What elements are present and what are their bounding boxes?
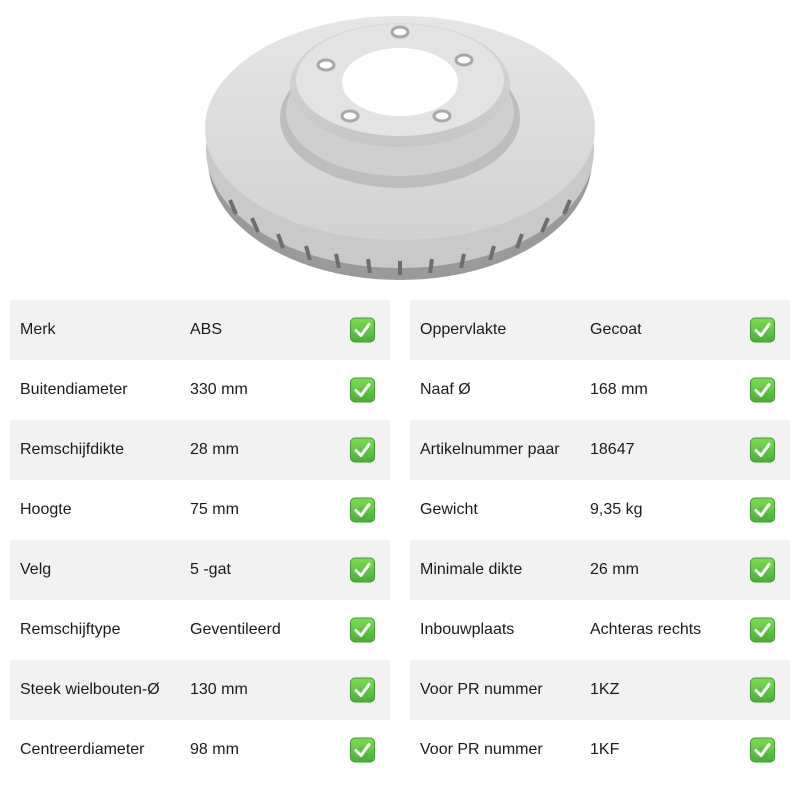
check-mark-icon bbox=[750, 497, 775, 523]
spec-label: Artikelnummer paar bbox=[420, 441, 560, 458]
spec-label: Steek wielbouten-Ø bbox=[20, 681, 160, 698]
spec-table-right: Oppervlakte Gecoat Naaf Ø 168 mm Artikel… bbox=[410, 300, 790, 780]
spec-row: Gewicht 9,35 kg bbox=[410, 480, 790, 540]
check-mark-icon bbox=[350, 617, 375, 643]
spec-value: 130 mm bbox=[190, 681, 248, 698]
check-mark-icon bbox=[750, 437, 775, 463]
check-mark-icon bbox=[750, 617, 775, 643]
spec-label: Remschijfdikte bbox=[20, 441, 125, 458]
spec-value: Geventileerd bbox=[190, 621, 281, 638]
spec-label: Voor PR nummer bbox=[420, 681, 543, 698]
spec-value: 26 mm bbox=[590, 561, 639, 578]
spec-row: Merk ABS bbox=[10, 300, 390, 360]
spec-row: Inbouwplaats Achteras rechts bbox=[410, 600, 790, 660]
spec-value: 5 -gat bbox=[190, 561, 231, 578]
spec-value: 1KZ bbox=[590, 681, 620, 698]
spec-label: Remschijftype bbox=[20, 621, 121, 638]
check-mark-icon bbox=[350, 437, 375, 463]
spec-value: 9,35 kg bbox=[590, 501, 643, 518]
brake-disc-image bbox=[190, 0, 610, 290]
spec-row: Remschijftype Geventileerd bbox=[10, 600, 390, 660]
check-mark-icon bbox=[350, 737, 375, 763]
spec-value: ABS bbox=[190, 321, 223, 338]
spec-row: Centreerdiameter 98 mm bbox=[10, 720, 390, 780]
check-mark-icon bbox=[350, 317, 375, 343]
spec-label: Buitendiameter bbox=[20, 381, 128, 398]
spec-row: Voor PR nummer 1KZ bbox=[410, 660, 790, 720]
spec-label: Oppervlakte bbox=[420, 321, 507, 338]
spec-row: Velg 5 -gat bbox=[10, 540, 390, 600]
check-mark-icon bbox=[350, 557, 375, 583]
spec-label: Minimale dikte bbox=[420, 561, 523, 578]
check-mark-icon bbox=[750, 377, 775, 403]
spec-label: Hoogte bbox=[20, 501, 72, 518]
spec-row: Artikelnummer paar 18647 bbox=[410, 420, 790, 480]
spec-value: 330 mm bbox=[190, 381, 248, 398]
spec-label: Voor PR nummer bbox=[420, 741, 543, 758]
check-mark-icon bbox=[750, 677, 775, 703]
spec-value: 28 mm bbox=[190, 441, 239, 458]
check-mark-icon bbox=[350, 497, 375, 523]
spec-label: Centreerdiameter bbox=[20, 741, 145, 758]
spec-label: Naaf Ø bbox=[420, 381, 471, 398]
spec-label: Gewicht bbox=[420, 501, 478, 518]
spec-value: Achteras rechts bbox=[590, 621, 702, 638]
spec-value: 1KF bbox=[590, 741, 620, 758]
check-mark-icon bbox=[750, 317, 775, 343]
spec-value: 98 mm bbox=[190, 741, 239, 758]
spec-table-left: Merk ABS Buitendiameter 330 mm Remschijf… bbox=[10, 300, 390, 780]
spec-row: Minimale dikte 26 mm bbox=[410, 540, 790, 600]
spec-label: Inbouwplaats bbox=[420, 621, 515, 638]
spec-row: Naaf Ø 168 mm bbox=[410, 360, 790, 420]
check-mark-icon bbox=[350, 677, 375, 703]
spec-value: 18647 bbox=[590, 441, 635, 458]
spec-row: Remschijfdikte 28 mm bbox=[10, 420, 390, 480]
check-mark-icon bbox=[750, 557, 775, 583]
spec-label: Velg bbox=[20, 561, 52, 578]
spec-label: Merk bbox=[20, 321, 56, 338]
spec-value: 75 mm bbox=[190, 501, 239, 518]
spec-value: Gecoat bbox=[590, 321, 642, 338]
spec-row: Hoogte 75 mm bbox=[10, 480, 390, 540]
spec-value: 168 mm bbox=[590, 381, 648, 398]
spec-row: Steek wielbouten-Ø 130 mm bbox=[10, 660, 390, 720]
spec-row: Oppervlakte Gecoat bbox=[410, 300, 790, 360]
check-mark-icon bbox=[750, 737, 775, 763]
spec-row: Buitendiameter 330 mm bbox=[10, 360, 390, 420]
spec-row: Voor PR nummer 1KF bbox=[410, 720, 790, 780]
check-mark-icon bbox=[350, 377, 375, 403]
